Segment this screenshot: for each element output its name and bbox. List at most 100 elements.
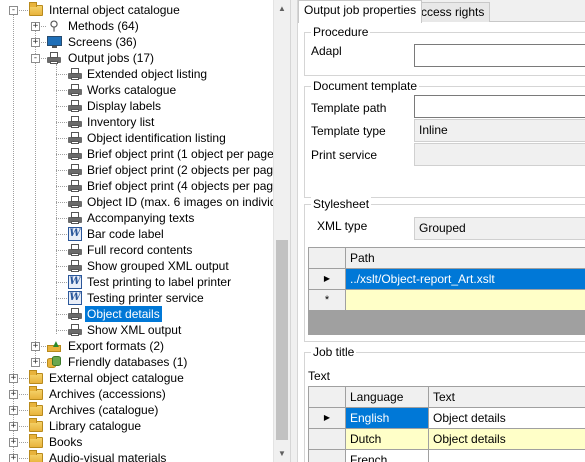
panel-splitter[interactable]	[290, 0, 298, 462]
stylesheet-group: Stylesheet XML type Grouped Path ▶ ../xs…	[304, 197, 585, 342]
tree-node-label[interactable]: Methods (64)	[66, 18, 141, 34]
tree-node-label[interactable]: Display labels	[85, 98, 163, 114]
tree-connector	[56, 154, 67, 155]
job-title-title: Job title	[311, 345, 357, 359]
printer-icon	[68, 148, 82, 160]
tree-connector	[56, 234, 67, 235]
expand-icon[interactable]: +	[9, 454, 18, 462]
tree-connector	[56, 298, 67, 299]
grid-corner	[309, 387, 346, 408]
text-cell[interactable]: Object details	[429, 429, 585, 450]
tree-node-label[interactable]: Show XML output	[85, 322, 183, 338]
tree-node-label[interactable]: Extended object listing	[85, 66, 209, 82]
tree-node-label[interactable]: External object catalogue	[47, 370, 186, 386]
collapse-icon[interactable]: -	[9, 6, 18, 15]
word-icon: W	[68, 291, 82, 305]
tree-connector	[56, 138, 67, 139]
language-column-header[interactable]: Language	[346, 387, 429, 408]
expand-icon[interactable]: +	[9, 438, 18, 447]
tree-connector	[56, 202, 67, 203]
tree-node-label[interactable]: Brief object print (1 object per page)	[85, 146, 280, 162]
tree-node-label[interactable]: Show grouped XML output	[85, 258, 231, 274]
job-title-group: Job title Text Language Text ▶ English O…	[304, 345, 585, 462]
printer-icon	[68, 116, 82, 128]
current-row-icon[interactable]: ▶	[309, 408, 346, 429]
tree-node-label[interactable]: Brief object print (4 objects per page)	[85, 178, 286, 194]
language-cell[interactable]: English	[346, 408, 429, 429]
scroll-up-icon[interactable]: ▲	[274, 0, 290, 17]
tree-node-label[interactable]: Export formats (2)	[66, 338, 166, 354]
tree-node-label[interactable]: Screens (36)	[66, 34, 139, 50]
job-title-grid[interactable]: Language Text ▶ English Object details D…	[308, 386, 585, 462]
tree-node-label[interactable]: Archives (accessions)	[47, 386, 168, 402]
tree-node-label[interactable]: Object details	[85, 306, 162, 322]
tree-connector	[56, 122, 67, 123]
path-cell[interactable]: ../xslt/Object-report_Art.xslt	[346, 269, 585, 290]
expand-icon[interactable]: +	[9, 390, 18, 399]
new-row-icon[interactable]: *	[309, 290, 346, 311]
xml-type-label: XML type	[317, 219, 368, 233]
tree-connector	[56, 330, 67, 331]
tree-node-label[interactable]: Full record contents	[85, 242, 194, 258]
scroll-thumb[interactable]	[276, 240, 288, 440]
text-cell[interactable]: Object details	[429, 408, 585, 429]
language-cell[interactable]: French	[346, 450, 429, 462]
tree-node-label[interactable]: Friendly databases (1)	[66, 354, 189, 370]
expand-icon[interactable]: +	[31, 38, 40, 47]
tree-node-label[interactable]: Audio-visual materials	[47, 450, 168, 462]
printer-icon	[68, 100, 82, 112]
row-header[interactable]	[309, 450, 346, 462]
printer-icon	[68, 212, 82, 224]
tree-node-label[interactable]: Inventory list	[85, 114, 156, 130]
word-icon: W	[68, 275, 82, 289]
stylesheet-grid[interactable]: Path ▶ ../xslt/Object-report_Art.xslt *	[308, 247, 585, 335]
tree-node-label[interactable]: Object ID (max. 6 images on individual p	[85, 194, 290, 210]
expand-icon[interactable]: +	[9, 374, 18, 383]
tree-node-label[interactable]: Works catalogue	[85, 82, 178, 98]
expand-icon[interactable]: +	[31, 342, 40, 351]
tree-node-label[interactable]: Archives (catalogue)	[47, 402, 160, 418]
tree-node-label[interactable]: Accompanying texts	[85, 210, 196, 226]
row-header[interactable]	[309, 429, 346, 450]
tree-node-label[interactable]: Internal object catalogue	[47, 2, 182, 18]
folder-icon	[29, 370, 43, 384]
tab-output-job-properties[interactable]: Output job properties	[298, 0, 423, 23]
tree-node-label[interactable]: Object identification listing	[85, 130, 228, 146]
printer-icon	[68, 308, 82, 320]
methods-icon: ⚲	[49, 18, 59, 33]
tree-node-label[interactable]: Books	[47, 434, 84, 450]
xml-type-select[interactable]: Grouped	[414, 217, 585, 240]
tree-scrollbar[interactable]: ▲ ▼	[273, 0, 290, 462]
expand-icon[interactable]: +	[31, 358, 40, 367]
current-row-icon[interactable]: ▶	[309, 269, 346, 290]
template-type-select[interactable]: Inline	[414, 119, 585, 142]
template-path-input[interactable]	[414, 95, 585, 118]
text-label: Text	[308, 369, 331, 383]
scroll-down-icon[interactable]: ▼	[274, 445, 290, 462]
printer-icon	[68, 180, 82, 192]
tree-connector	[56, 282, 67, 283]
new-path-cell[interactable]	[346, 290, 585, 311]
tree-node-label[interactable]: Test printing to label printer	[85, 274, 233, 290]
tree-connector	[56, 64, 57, 334]
expand-icon[interactable]: +	[9, 406, 18, 415]
stylesheet-title: Stylesheet	[311, 197, 372, 211]
properties-panel: Output job properties Access rights Proc…	[298, 0, 585, 462]
expand-icon[interactable]: +	[9, 422, 18, 431]
printer-icon	[68, 164, 82, 176]
path-column-header[interactable]: Path	[346, 248, 585, 269]
text-column-header[interactable]: Text	[429, 387, 585, 408]
tree-node-label[interactable]: Library catalogue	[47, 418, 143, 434]
tree-connector	[35, 26, 36, 362]
tree-node-label[interactable]: Output jobs (17)	[66, 50, 156, 66]
text-cell[interactable]	[429, 450, 585, 462]
collapse-icon[interactable]: -	[31, 54, 40, 63]
tree-panel[interactable]: - Internal object catalogue + ⚲ Methods (64)…	[0, 0, 290, 462]
adapl-input[interactable]	[414, 44, 585, 67]
export-icon: ▲	[47, 339, 61, 352]
tree-node-label[interactable]: Testing printer service	[85, 290, 206, 306]
language-cell[interactable]: Dutch	[346, 429, 429, 450]
tree-node-label[interactable]: Bar code label	[85, 226, 166, 242]
tree-node-label[interactable]: Brief object print (2 objects per page)	[85, 162, 286, 178]
expand-icon[interactable]: +	[31, 22, 40, 31]
